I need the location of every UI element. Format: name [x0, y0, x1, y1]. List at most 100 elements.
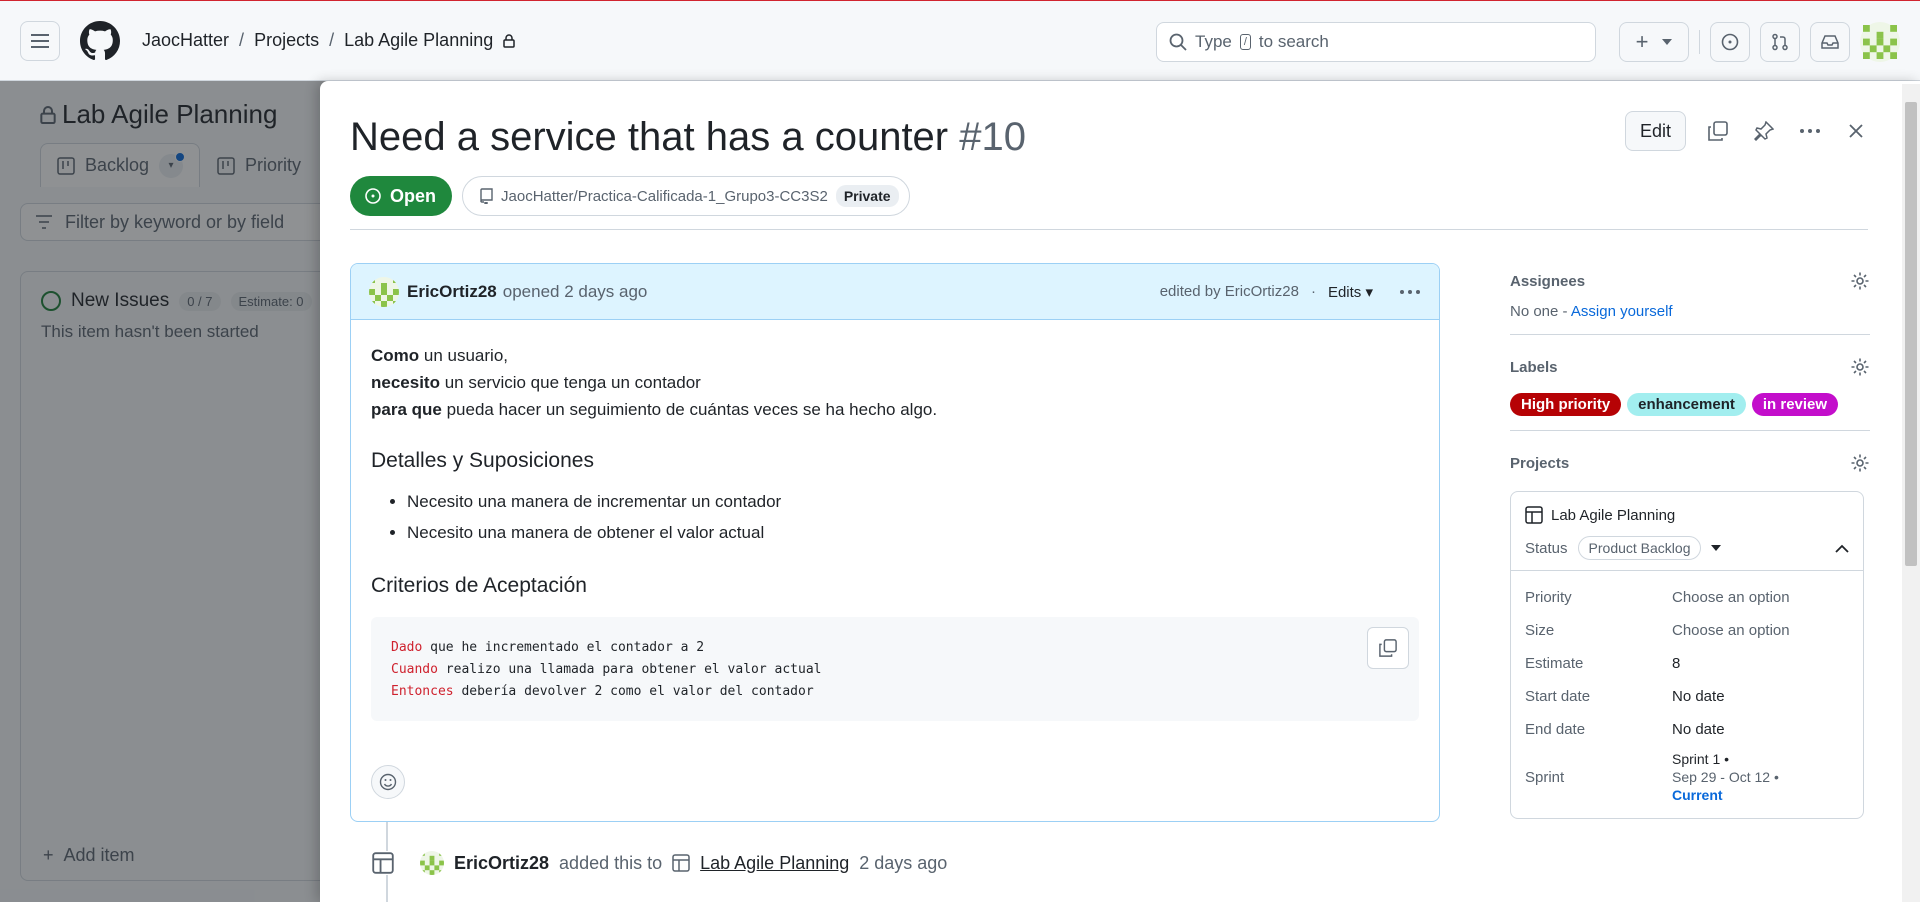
- criteria-heading: Criterios de Aceptación: [371, 574, 587, 597]
- assignees-section: Assignees No one - Assign yourself: [1510, 263, 1870, 335]
- timeline-project-link[interactable]: Lab Agile Planning: [700, 853, 849, 874]
- assign-yourself-link[interactable]: Assign yourself: [1571, 303, 1673, 320]
- repository-chip[interactable]: JaocHatter/Practica-Calificada-1_Grupo3-…: [462, 176, 910, 216]
- pin-icon: [1754, 121, 1774, 141]
- breadcrumb-separator: /: [329, 30, 335, 50]
- kebab-horizontal-icon[interactable]: [1399, 289, 1421, 295]
- opened-time: opened 2 days ago: [502, 281, 648, 301]
- field-estimate[interactable]: Estimate 8: [1525, 647, 1849, 680]
- code-keyword: Dado: [391, 640, 423, 655]
- lock-icon: [503, 33, 515, 48]
- code-line: Entonces debería devolver 2 como el valo…: [391, 681, 1399, 703]
- assignees-none: No one: [1510, 303, 1559, 320]
- kebab-horizontal-icon: [1800, 129, 1820, 133]
- issue-side-panel: Need a service that has a counter #10 Ed…: [320, 81, 1920, 902]
- field-sprint[interactable]: Sprint Sprint 1 • Sep 29 - Oct 12 • Curr…: [1525, 746, 1849, 808]
- field-key: Size: [1525, 622, 1555, 639]
- pin-button[interactable]: [1750, 117, 1778, 145]
- pull-request-icon: [1772, 33, 1788, 51]
- visibility-badge: Private: [835, 185, 899, 207]
- edited-by: edited by EricOrtiz28: [1159, 283, 1299, 300]
- breadcrumb-projects[interactable]: Projects: [254, 30, 319, 51]
- author-link[interactable]: EricOrtiz28: [407, 282, 497, 302]
- user-avatar[interactable]: [1860, 22, 1900, 62]
- chevron-down-icon[interactable]: [1711, 545, 1722, 551]
- issue-number: #10: [959, 115, 1026, 159]
- gear-icon[interactable]: [1850, 357, 1870, 377]
- body-line: Como un usuario,: [371, 342, 1419, 369]
- breadcrumb-owner[interactable]: JaocHatter: [142, 30, 229, 51]
- scrollbar-thumb[interactable]: [1905, 102, 1917, 566]
- author-avatar[interactable]: [369, 276, 399, 307]
- label-enhancement[interactable]: enhancement: [1627, 393, 1746, 416]
- body-text: un servicio que tenga un contador: [439, 373, 701, 392]
- create-new-button[interactable]: +: [1619, 22, 1689, 62]
- add-reaction-button[interactable]: [371, 765, 405, 799]
- pull-requests-button[interactable]: [1760, 22, 1800, 62]
- github-logo-icon[interactable]: [80, 20, 120, 61]
- smiley-icon: [379, 773, 397, 791]
- issue-opened-icon: [365, 188, 381, 204]
- labels-list: High priority enhancement in review: [1510, 393, 1870, 416]
- issue-opened-icon: [1721, 33, 1739, 51]
- field-size[interactable]: Size Choose an option: [1525, 614, 1849, 647]
- field-value: Sprint 1 • Sep 29 - Oct 12 • Current: [1672, 750, 1779, 804]
- header-divider: [1699, 30, 1700, 54]
- body-line: necesito un servicio que tenga un contad…: [371, 369, 1419, 396]
- chevron-up-icon[interactable]: [1835, 544, 1849, 553]
- code-line: Dado que he incrementado el contador a 2: [391, 637, 1399, 659]
- body-bold: Como: [371, 346, 420, 365]
- project-card-header: Lab Agile Planning Status Product Backlo…: [1511, 492, 1863, 571]
- status-badge: Open: [350, 176, 453, 216]
- status-chip[interactable]: Product Backlog: [1577, 536, 1702, 560]
- close-icon: [1849, 124, 1863, 138]
- labels-section: Labels High priority enhancement in revi…: [1510, 349, 1870, 431]
- field-value: No date: [1672, 688, 1725, 705]
- inbox-button[interactable]: [1810, 22, 1850, 62]
- sprint-dates: Sep 29 - Oct 12 •: [1672, 769, 1779, 785]
- details-heading: Detalles y Suposiciones: [371, 449, 594, 472]
- copy-code-button[interactable]: [1367, 627, 1409, 669]
- status-label: Status: [1525, 539, 1568, 557]
- hamburger-menu-button[interactable]: [20, 20, 60, 61]
- project-name-text: Lab Agile Planning: [1551, 506, 1676, 524]
- assignees-value: No one - Assign yourself: [1510, 303, 1870, 320]
- repo-icon: [480, 188, 493, 204]
- field-key: Estimate: [1525, 655, 1584, 672]
- field-end-date[interactable]: End date No date: [1525, 713, 1849, 746]
- issues-button[interactable]: [1710, 22, 1750, 62]
- breadcrumb-separator: /: [239, 30, 245, 50]
- timeline-action: added this to: [559, 852, 663, 873]
- copy-link-button[interactable]: [1704, 117, 1732, 145]
- field-priority[interactable]: Priority Choose an option: [1525, 581, 1849, 614]
- body-bold: para que: [371, 400, 442, 419]
- identicon-icon: [1863, 25, 1897, 59]
- projects-title: Projects: [1510, 454, 1570, 472]
- project-fields: Priority Choose an option Size Choose an o…: [1511, 571, 1863, 818]
- field-start-date[interactable]: Start date No date: [1525, 680, 1849, 713]
- inbox-icon: [1821, 35, 1839, 49]
- gear-icon[interactable]: [1850, 453, 1870, 473]
- edits-dropdown[interactable]: Edits ▾: [1328, 283, 1373, 301]
- project-card: Lab Agile Planning Status Product Backlo…: [1510, 491, 1864, 819]
- assignees-header: Assignees: [1510, 263, 1870, 299]
- search-input[interactable]: Type / to search: [1156, 22, 1596, 62]
- more-options-button[interactable]: [1796, 117, 1824, 145]
- search-icon: [1169, 33, 1187, 51]
- panel-actions: Edit: [1624, 111, 1870, 151]
- edit-title-button[interactable]: Edit: [1624, 111, 1686, 151]
- project-name[interactable]: Lab Agile Planning: [1525, 506, 1849, 524]
- author-avatar[interactable]: [420, 851, 444, 875]
- issue-meta: Open JaocHatter/Practica-Calificada-1_Gr…: [350, 176, 910, 216]
- close-panel-button[interactable]: [1842, 117, 1870, 145]
- issue-title-text: Need a service that has a counter: [350, 115, 949, 159]
- label-in-review[interactable]: in review: [1751, 393, 1839, 416]
- project-status-row: Status Product Backlog: [1525, 536, 1849, 560]
- status-text: Open: [390, 185, 437, 206]
- code-text: debería devolver 2 como el valor del con…: [453, 684, 814, 699]
- timeline-author[interactable]: EricOrtiz28: [454, 853, 549, 874]
- assignees-separator: -: [1558, 303, 1571, 320]
- gear-icon[interactable]: [1850, 271, 1870, 291]
- label-high-priority[interactable]: High priority: [1510, 393, 1622, 416]
- breadcrumb-project[interactable]: Lab Agile Planning: [344, 30, 493, 51]
